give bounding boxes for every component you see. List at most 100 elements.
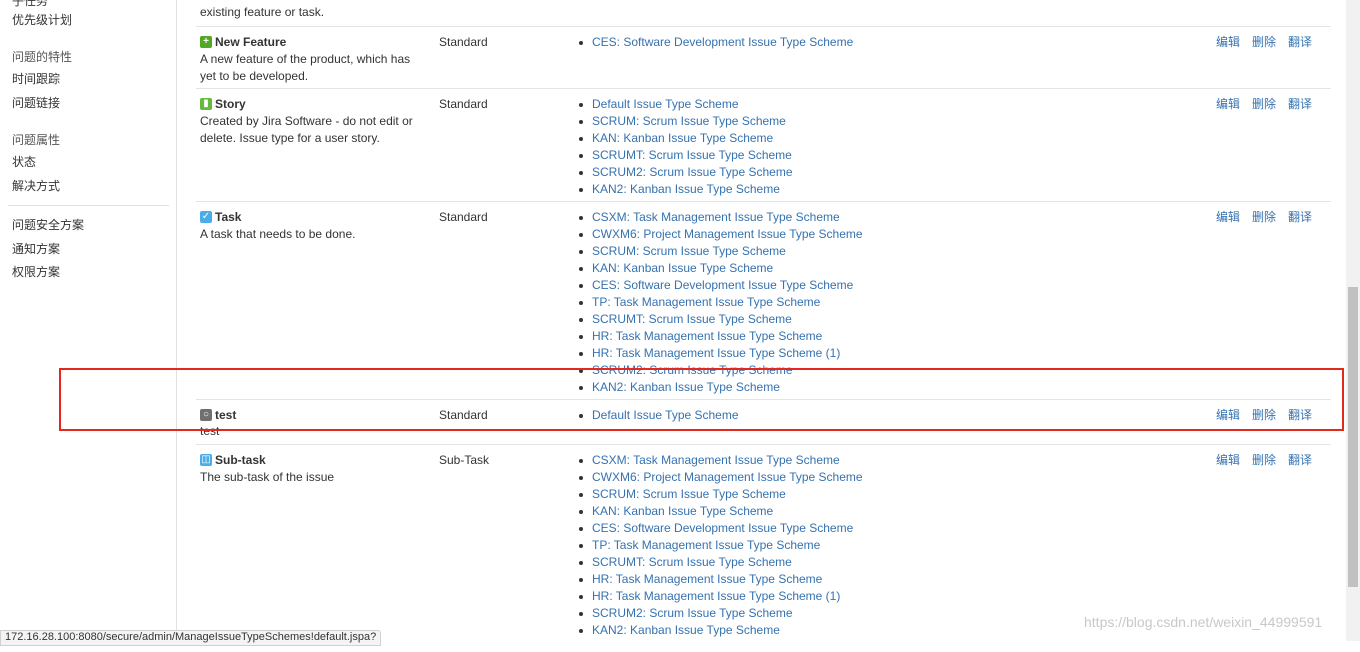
- scheme-link[interactable]: KAN: Kanban Issue Type Scheme: [592, 131, 773, 145]
- scheme-list-item: HR: Task Management Issue Type Scheme (1…: [576, 588, 863, 605]
- sidebar-item-security-schemes[interactable]: 问题安全方案: [12, 217, 84, 233]
- sidebar-item-resolutions[interactable]: 解决方式: [12, 178, 60, 194]
- scheme-link[interactable]: CES: Software Development Issue Type Sch…: [592, 521, 853, 535]
- scheme-list-item: SCRUM: Scrum Issue Type Scheme: [576, 243, 863, 260]
- sidebar-item-partial[interactable]: 子任务: [12, 0, 48, 9]
- scheme-link[interactable]: SCRUM: Scrum Issue Type Scheme: [592, 244, 786, 258]
- scrollbar-thumb[interactable]: [1348, 287, 1358, 587]
- scheme-list-item: KAN: Kanban Issue Type Scheme: [576, 503, 863, 520]
- scheme-link[interactable]: KAN2: Kanban Issue Type Scheme: [592, 623, 780, 637]
- watermark-text: https://blog.csdn.net/weixin_44999591: [1084, 614, 1323, 630]
- issue-type-description-partial: existing feature or task.: [200, 5, 325, 19]
- issue-type-name-cell: + New Feature: [200, 34, 286, 50]
- edit-link[interactable]: 编辑: [1216, 96, 1240, 112]
- scheme-list-item: SCRUM: Scrum Issue Type Scheme: [576, 486, 863, 503]
- sidebar-item-priority-schemes[interactable]: 优先级计划: [12, 12, 72, 28]
- edit-link[interactable]: 编辑: [1216, 34, 1240, 50]
- scheme-list-item: KAN2: Kanban Issue Type Scheme: [576, 622, 863, 639]
- row-operations: 编辑 删除 翻译: [1216, 96, 1312, 112]
- sidebar-item-permission-schemes[interactable]: 权限方案: [12, 264, 60, 280]
- scheme-link[interactable]: HR: Task Management Issue Type Scheme (1…: [592, 589, 840, 603]
- translate-link[interactable]: 翻译: [1288, 452, 1312, 468]
- scheme-link[interactable]: SCRUMT: Scrum Issue Type Scheme: [592, 148, 792, 162]
- scheme-link[interactable]: SCRUMT: Scrum Issue Type Scheme: [592, 555, 792, 569]
- scheme-list-item: KAN2: Kanban Issue Type Scheme: [576, 181, 793, 198]
- sidebar-item-issue-linking[interactable]: 问题链接: [12, 95, 60, 111]
- scheme-link[interactable]: CES: Software Development Issue Type Sch…: [592, 35, 853, 49]
- translate-link[interactable]: 翻译: [1288, 34, 1312, 50]
- delete-link[interactable]: 删除: [1252, 452, 1276, 468]
- scheme-list-item: SCRUM: Scrum Issue Type Scheme: [576, 113, 793, 130]
- issue-type-name-cell: ◫ Sub-task: [200, 452, 266, 468]
- scheme-link[interactable]: Default Issue Type Scheme: [592, 97, 739, 111]
- scheme-list-item: CSXM: Task Management Issue Type Scheme: [576, 452, 863, 469]
- scheme-link[interactable]: HR: Task Management Issue Type Scheme: [592, 329, 822, 343]
- scheme-list-item: SCRUM2: Scrum Issue Type Scheme: [576, 164, 793, 181]
- scheme-link[interactable]: KAN: Kanban Issue Type Scheme: [592, 504, 773, 518]
- scheme-list-item: TP: Task Management Issue Type Scheme: [576, 537, 863, 554]
- sidebar-item-notification-schemes[interactable]: 通知方案: [12, 241, 60, 257]
- issue-type-kind: Standard: [439, 35, 488, 49]
- edit-link[interactable]: 编辑: [1216, 452, 1240, 468]
- new-feature-icon: +: [200, 36, 212, 48]
- scheme-link[interactable]: HR: Task Management Issue Type Scheme (1…: [592, 346, 840, 360]
- delete-link[interactable]: 删除: [1252, 209, 1276, 225]
- sidebar-heading-issue-attributes: 问题属性: [12, 133, 61, 147]
- issue-type-name: Task: [215, 210, 242, 224]
- sidebar-item-time-tracking[interactable]: 时间跟踪: [12, 71, 60, 87]
- scheme-list-item: SCRUMT: Scrum Issue Type Scheme: [576, 554, 863, 571]
- issue-type-name: New Feature: [215, 35, 287, 49]
- highlight-box: [59, 368, 1344, 431]
- sidebar-heading-issue-features: 问题的特性: [12, 50, 73, 64]
- edit-link[interactable]: 编辑: [1216, 209, 1240, 225]
- scheme-list-item: HR: Task Management Issue Type Scheme (1…: [576, 345, 863, 362]
- scheme-list-item: CES: Software Development Issue Type Sch…: [576, 34, 853, 51]
- scheme-link[interactable]: SCRUM2: Scrum Issue Type Scheme: [592, 606, 793, 620]
- scheme-list: CSXM: Task Management Issue Type Scheme C…: [576, 452, 863, 639]
- issue-type-description: The sub-task of the issue: [200, 470, 335, 484]
- scheme-link[interactable]: CWXM6: Project Management Issue Type Sch…: [592, 227, 863, 241]
- issue-type-name: Sub-task: [215, 453, 266, 467]
- scheme-link[interactable]: SCRUM: Scrum Issue Type Scheme: [592, 114, 786, 128]
- scheme-list: Default Issue Type Scheme SCRUM: Scrum Is…: [576, 96, 793, 198]
- scheme-link[interactable]: CSXM: Task Management Issue Type Scheme: [592, 210, 840, 224]
- scheme-link[interactable]: SCRUM2: Scrum Issue Type Scheme: [592, 165, 793, 179]
- scheme-list-item: CWXM6: Project Management Issue Type Sch…: [576, 226, 863, 243]
- scheme-link[interactable]: CWXM6: Project Management Issue Type Sch…: [592, 470, 863, 484]
- sidebar-item-statuses[interactable]: 状态: [12, 154, 36, 170]
- scheme-link[interactable]: KAN2: Kanban Issue Type Scheme: [592, 182, 780, 196]
- status-bar-url: 172.16.28.100:8080/secure/admin/ManageIs…: [0, 630, 382, 646]
- translate-link[interactable]: 翻译: [1288, 209, 1312, 225]
- scheme-link[interactable]: HR: Task Management Issue Type Scheme: [592, 572, 822, 586]
- scheme-list-item: CES: Software Development Issue Type Sch…: [576, 277, 863, 294]
- table-row: ▮ Story Created by Jira Software - do no…: [196, 96, 1331, 202]
- issue-type-name: Story: [215, 97, 246, 111]
- row-operations: 编辑 删除 翻译: [1216, 452, 1312, 468]
- issue-type-description: A task that needs to be done.: [200, 227, 356, 241]
- scheme-list: CES: Software Development Issue Type Sch…: [576, 34, 853, 51]
- delete-link[interactable]: 删除: [1252, 34, 1276, 50]
- vertical-scrollbar[interactable]: [1346, 0, 1360, 641]
- issue-type-kind: Standard: [439, 210, 488, 224]
- scheme-link[interactable]: TP: Task Management Issue Type Scheme: [592, 538, 820, 552]
- scheme-list-item: SCRUM2: Scrum Issue Type Scheme: [576, 605, 863, 622]
- subtask-icon: ◫: [200, 454, 212, 466]
- issue-type-name-cell: ✓ Task: [200, 209, 241, 225]
- scheme-link[interactable]: CES: Software Development Issue Type Sch…: [592, 278, 853, 292]
- row-divider: [196, 26, 1331, 27]
- scheme-list-item: KAN: Kanban Issue Type Scheme: [576, 260, 863, 277]
- sidebar-divider: [8, 205, 169, 206]
- scheme-list-item: SCRUMT: Scrum Issue Type Scheme: [576, 311, 863, 328]
- scheme-link[interactable]: TP: Task Management Issue Type Scheme: [592, 295, 820, 309]
- scheme-list-item: HR: Task Management Issue Type Scheme: [576, 328, 863, 345]
- scheme-list-item: TP: Task Management Issue Type Scheme: [576, 294, 863, 311]
- issue-type-name-cell: ▮ Story: [200, 96, 246, 112]
- translate-link[interactable]: 翻译: [1288, 96, 1312, 112]
- table-row: + New Feature A new feature of the produ…: [196, 34, 1331, 89]
- task-checkbox-icon: ✓: [200, 211, 212, 223]
- scheme-link[interactable]: SCRUMT: Scrum Issue Type Scheme: [592, 312, 792, 326]
- scheme-link[interactable]: CSXM: Task Management Issue Type Scheme: [592, 453, 840, 467]
- scheme-link[interactable]: SCRUM: Scrum Issue Type Scheme: [592, 487, 786, 501]
- scheme-link[interactable]: KAN: Kanban Issue Type Scheme: [592, 261, 773, 275]
- delete-link[interactable]: 删除: [1252, 96, 1276, 112]
